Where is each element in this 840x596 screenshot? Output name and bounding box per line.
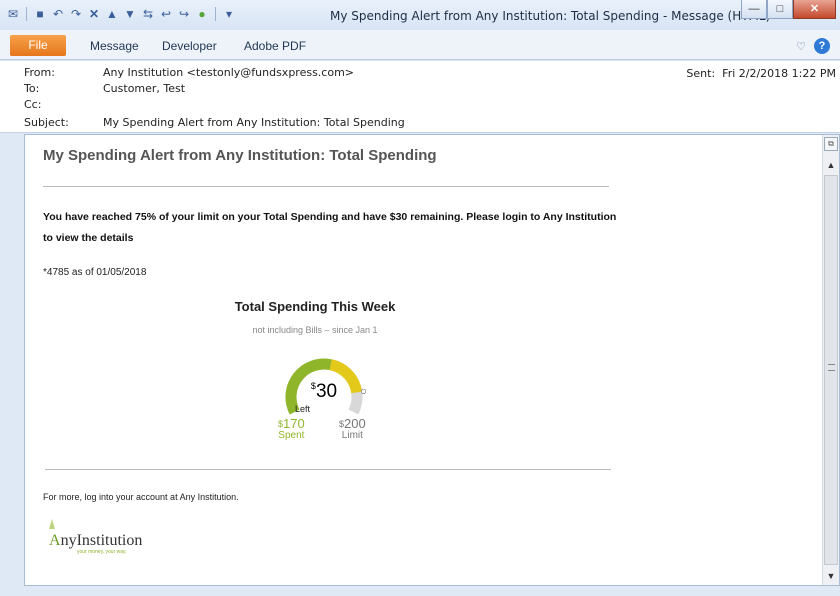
help-icon[interactable]: ? (814, 38, 830, 54)
account-line: *4785 as of 01/05/2018 (43, 267, 147, 278)
email-title: My Spending Alert from Any Institution: … (43, 147, 437, 164)
divider (45, 469, 611, 470)
scroll-grip-icon (828, 364, 835, 371)
subject-label: Subject: (24, 116, 69, 129)
toolbar-separator (215, 7, 216, 21)
spent-label: Spent (278, 430, 305, 441)
move-icon[interactable]: ⇆ (141, 7, 155, 21)
vertical-scrollbar[interactable]: ⧉ ▲ ▼ (822, 135, 839, 585)
ribbon-tabs: File Message Developer Adobe PDF ♡ ? (0, 30, 840, 60)
sent-label: Sent: (686, 67, 716, 80)
quick-access-toolbar: ✉ ■ ↶ ↷ ✕ ▲ ▼ ⇆ ↩ ↪ ● ▾ (6, 7, 236, 21)
limit-amount-block: $200 Limit (339, 416, 366, 442)
window-title: My Spending Alert from Any Institution: … (330, 9, 771, 23)
tab-adobe-pdf[interactable]: Adobe PDF (244, 39, 306, 53)
from-label: From: (24, 66, 55, 79)
reply-icon[interactable]: ↩ (159, 7, 173, 21)
logo-wordmark: AnyInstitution (49, 532, 142, 549)
circle-icon[interactable]: ● (195, 7, 209, 21)
next-item-icon[interactable]: ▼ (123, 7, 137, 21)
gauge-title: Total Spending This Week (234, 299, 396, 314)
tab-developer[interactable]: Developer (162, 39, 217, 53)
save-icon[interactable]: ■ (33, 7, 47, 21)
gauge-left-amount: $30 (311, 381, 337, 402)
close-button[interactable]: ✕ (793, 0, 836, 19)
cc-label: Cc: (24, 98, 42, 111)
forward-icon[interactable]: ↪ (177, 7, 191, 21)
delete-icon[interactable]: ✕ (87, 7, 101, 21)
institution-logo: AnyInstitution your money, your way. (43, 515, 173, 561)
divider (43, 186, 609, 187)
redo-icon[interactable]: ↷ (69, 7, 83, 21)
limit-label: Limit (341, 430, 363, 441)
gauge-subtitle: not including Bills – since Jan 1 (252, 325, 378, 335)
subject-value: My Spending Alert from Any Institution: … (103, 116, 405, 129)
customize-toolbar-icon[interactable]: ▾ (222, 7, 236, 21)
message-body[interactable]: My Spending Alert from Any Institution: … (24, 134, 840, 586)
ribbon-right-icons: ♡ ? (796, 38, 830, 54)
tab-message[interactable]: Message (90, 39, 139, 53)
scroll-thumb[interactable] (824, 175, 838, 565)
maximize-button[interactable]: □ (767, 0, 793, 19)
expand-ribbon-icon[interactable]: ♡ (796, 40, 806, 53)
previous-item-icon[interactable]: ▲ (105, 7, 119, 21)
spent-amount: $170 (278, 416, 305, 431)
footer-text: For more, log into your account at Any I… (43, 492, 239, 502)
tab-file[interactable]: File (10, 35, 66, 56)
alert-message: You have reached 75% of your limit on yo… (43, 211, 617, 244)
sent-value: Fri 2/2/2018 1:22 PM (722, 67, 836, 80)
toolbar-separator (26, 7, 27, 21)
scroll-down-arrow[interactable]: ▼ (824, 569, 838, 583)
view-options-icon[interactable]: ⧉ (824, 137, 838, 151)
to-label: To: (24, 82, 40, 95)
message-header: From: Any Institution <testonly@fundsxpr… (0, 61, 840, 133)
title-bar: ✉ ■ ↶ ↷ ✕ ▲ ▼ ⇆ ↩ ↪ ● ▾ My Spending Aler… (0, 0, 840, 30)
gauge-left-label: Left (295, 404, 311, 414)
undo-icon[interactable]: ↶ (51, 7, 65, 21)
gauge-marker (361, 388, 366, 394)
spent-amount-block: $170 Spent (278, 416, 305, 442)
sent-info: Sent: Fri 2/2/2018 1:22 PM (686, 67, 836, 80)
logo-tagline: your money, your way. (77, 549, 127, 555)
scroll-up-arrow[interactable]: ▲ (824, 157, 838, 173)
envelope-icon[interactable]: ✉ (6, 7, 20, 21)
to-value[interactable]: Customer, Test (103, 82, 185, 95)
limit-amount: $200 (339, 416, 366, 431)
minimize-button[interactable]: — (741, 0, 767, 19)
from-value[interactable]: Any Institution <testonly@fundsxpress.co… (103, 66, 354, 79)
window-controls: — □ ✕ (741, 0, 836, 19)
